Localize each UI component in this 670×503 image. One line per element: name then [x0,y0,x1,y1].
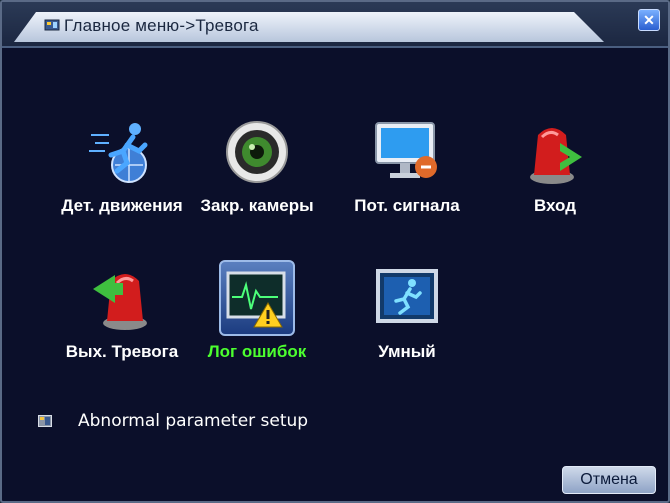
error-log-icon [226,271,286,328]
menu-item-label: Вых. Тревога [65,342,179,361]
alarm-input-icon-wrap [517,114,593,190]
camera-blind-icon [226,121,288,183]
menu-item-label: Лог ошибок [207,342,307,361]
title-divider [2,46,668,48]
video-loss-icon-wrap [369,114,445,190]
alarm-menu-window: Главное меню->Тревога ✕ Дет. движения За… [0,0,670,503]
camera-blind-icon-wrap [219,114,295,190]
menu-item-camera-blind[interactable]: Закр. камеры [182,114,332,216]
menu-item-motion-detect[interactable]: Дет. движения [47,114,197,216]
status-text: Abnormal parameter setup [78,411,309,431]
menu-icon [44,19,60,31]
video-loss-icon [375,122,437,178]
menu-item-alarm-input[interactable]: Вход [480,114,630,216]
alarm-input-icon [530,128,582,184]
info-icon [38,415,52,427]
menu-item-label: Вход [533,196,577,215]
smart-icon [376,269,438,323]
window-title: Главное меню->Тревога [64,16,259,35]
motion-detect-icon [89,123,148,183]
close-button[interactable]: ✕ [638,9,660,31]
title-bar: Главное меню->Тревога ✕ [2,2,668,48]
menu-item-smart[interactable]: Умный [332,260,482,362]
close-icon: ✕ [643,11,655,28]
menu-item-video-loss[interactable]: Пот. сигнала [332,114,482,216]
menu-item-label: Умный [378,342,436,361]
motion-detect-icon-wrap [84,114,160,190]
menu-item-error-log[interactable]: Лог ошибок [182,260,332,362]
menu-item-alarm-output[interactable]: Вых. Тревога [47,260,197,362]
alarm-output-icon-wrap [84,260,160,336]
menu-item-label: Закр. камеры [200,196,314,215]
status-line: Abnormal parameter setup [38,411,308,431]
cancel-button[interactable]: Отмена [562,466,656,494]
smart-icon-wrap [369,260,445,336]
menu-item-label: Дет. движения [61,196,183,215]
alarm-output-icon [93,274,147,330]
error-log-icon-wrap [219,260,295,336]
menu-item-label: Пот. сигнала [354,196,460,215]
